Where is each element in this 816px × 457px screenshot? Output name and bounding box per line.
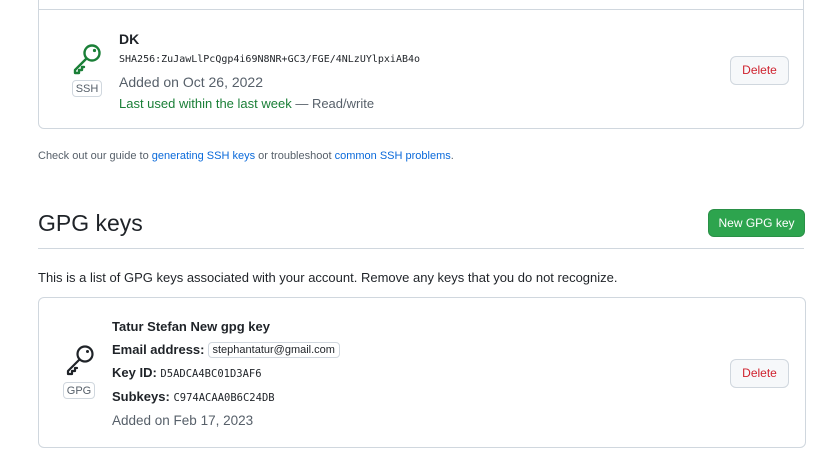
gpg-key-title: Tatur Stefan New gpg key [112, 319, 270, 334]
key-id-label: Key ID: [112, 365, 157, 380]
delete-gpg-key-button[interactable]: Delete [730, 359, 789, 388]
section-divider [38, 248, 804, 249]
common-ssh-problems-link[interactable]: common SSH problems [335, 150, 451, 162]
last-used-text: Last used within the last week [119, 96, 292, 111]
email-label: Email address: [112, 342, 205, 357]
email-value: stephantatur@gmail.com [207, 342, 340, 358]
ssh-guide-text: Check out our guide to generating SSH ke… [38, 150, 454, 162]
ssh-key-title: DK [119, 31, 140, 47]
new-gpg-key-button[interactable]: New GPG key [708, 209, 805, 237]
ssh-key-icon [73, 44, 101, 75]
gpg-key-icon [66, 345, 94, 376]
gpg-email-row: Email address: stephantatur@gmail.com [112, 342, 340, 358]
card-divider [39, 9, 803, 10]
gpg-description: This is a list of GPG keys associated wi… [38, 270, 618, 285]
access-level-text: — Read/write [291, 96, 375, 111]
gpg-subkeys-row: Subkeys: C974ACAA0B6C24DB [112, 389, 275, 404]
delete-ssh-key-button[interactable]: Delete [730, 56, 789, 85]
ssh-badge: SSH [72, 80, 102, 97]
subkeys-label: Subkeys: [112, 389, 170, 404]
key-id-value: D5ADCA4BC01D3AF6 [160, 368, 262, 380]
guide-prefix: Check out our guide to [38, 150, 152, 162]
gpg-key-id-row: Key ID: D5ADCA4BC01D3AF6 [112, 365, 262, 380]
ssh-key-usage: Last used within the last week — Read/wr… [119, 96, 374, 111]
subkeys-value: C974ACAA0B6C24DB [173, 392, 275, 404]
ssh-key-fingerprint: SHA256:ZuJawLlPcQgp4i69N8NR+GC3/FGE/4NLz… [119, 54, 421, 65]
gpg-badge: GPG [63, 382, 95, 399]
gpg-key-added-date: Added on Feb 17, 2023 [112, 413, 254, 428]
generating-ssh-keys-link[interactable]: generating SSH keys [152, 150, 255, 162]
guide-suffix: . [450, 150, 454, 162]
gpg-keys-heading: GPG keys [38, 210, 143, 236]
ssh-key-added-date: Added on Oct 26, 2022 [119, 74, 263, 90]
guide-middle: or troubleshoot [255, 150, 335, 162]
